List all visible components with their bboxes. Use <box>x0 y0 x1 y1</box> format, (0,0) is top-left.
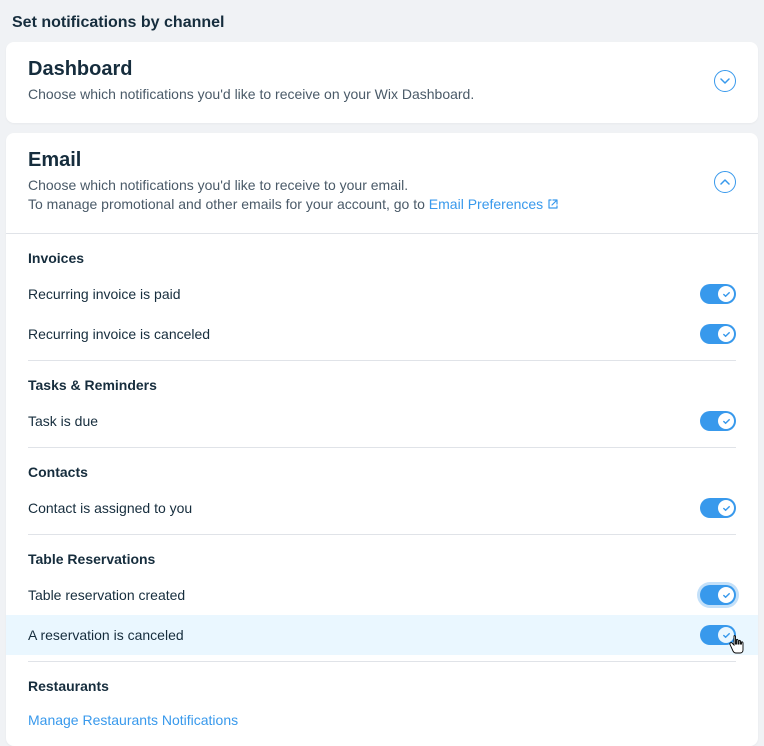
toggle-contact-assigned[interactable] <box>700 498 736 518</box>
toggle-recurring-invoice-canceled[interactable] <box>700 324 736 344</box>
toggle-table-reservation-created[interactable] <box>700 585 736 605</box>
email-desc: Choose which notifications you'd like to… <box>28 176 714 216</box>
dashboard-card: Dashboard Choose which notifications you… <box>6 42 758 123</box>
email-preferences-link[interactable]: Email Preferences <box>429 196 559 212</box>
group-title-restaurants: Restaurants <box>28 662 736 702</box>
toggle-knob <box>718 413 734 429</box>
setting-row: Recurring invoice is canceled <box>28 314 736 354</box>
toggle-knob <box>718 500 734 516</box>
check-icon <box>722 631 731 640</box>
email-collapse-button[interactable] <box>714 171 736 193</box>
toggle-knob <box>718 286 734 302</box>
dashboard-expand-button[interactable] <box>714 70 736 92</box>
check-icon <box>722 417 731 426</box>
setting-label: Table reservation created <box>28 587 185 603</box>
setting-label: Task is due <box>28 413 98 429</box>
dashboard-header-text: Dashboard Choose which notifications you… <box>28 58 714 105</box>
email-title: Email <box>28 149 714 172</box>
toggle-knob <box>718 627 734 643</box>
group-title-invoices: Invoices <box>28 234 736 274</box>
setting-row: Table reservation created <box>28 575 736 615</box>
toggle-task-due[interactable] <box>700 411 736 431</box>
setting-row: Contact is assigned to you <box>28 488 736 528</box>
group-title-contacts: Contacts <box>28 448 736 488</box>
setting-label: A reservation is canceled <box>28 627 184 643</box>
setting-row-hovered: A reservation is canceled <box>6 615 758 655</box>
setting-row: Task is due <box>28 401 736 441</box>
dashboard-desc: Choose which notifications you'd like to… <box>28 85 714 105</box>
dashboard-card-header: Dashboard Choose which notifications you… <box>6 42 758 123</box>
chevron-up-icon <box>720 179 730 185</box>
setting-label: Recurring invoice is paid <box>28 286 181 302</box>
check-icon <box>722 290 731 299</box>
page-title: Set notifications by channel <box>0 0 764 42</box>
external-link-icon <box>547 196 559 216</box>
setting-row: Manage Restaurants Notifications <box>28 702 736 728</box>
manage-restaurants-link[interactable]: Manage Restaurants Notifications <box>28 712 238 728</box>
toggle-reservation-canceled[interactable] <box>700 625 736 645</box>
chevron-down-icon <box>720 78 730 84</box>
setting-label: Recurring invoice is canceled <box>28 326 210 342</box>
email-header-text: Email Choose which notifications you'd l… <box>28 149 714 216</box>
setting-label: Contact is assigned to you <box>28 500 192 516</box>
toggle-knob <box>718 326 734 342</box>
email-desc-line1: Choose which notifications you'd like to… <box>28 177 408 193</box>
email-card-header: Email Choose which notifications you'd l… <box>6 133 758 234</box>
email-card: Email Choose which notifications you'd l… <box>6 133 758 746</box>
dashboard-title: Dashboard <box>28 58 714 81</box>
check-icon <box>722 504 731 513</box>
toggle-knob <box>718 587 734 603</box>
group-title-tasks: Tasks & Reminders <box>28 361 736 401</box>
check-icon <box>722 591 731 600</box>
group-title-table-reservations: Table Reservations <box>28 535 736 575</box>
check-icon <box>722 330 731 339</box>
email-desc-line2-prefix: To manage promotional and other emails f… <box>28 196 429 212</box>
setting-row: Recurring invoice is paid <box>28 274 736 314</box>
toggle-recurring-invoice-paid[interactable] <box>700 284 736 304</box>
email-card-body: Invoices Recurring invoice is paid Recur… <box>6 234 758 746</box>
